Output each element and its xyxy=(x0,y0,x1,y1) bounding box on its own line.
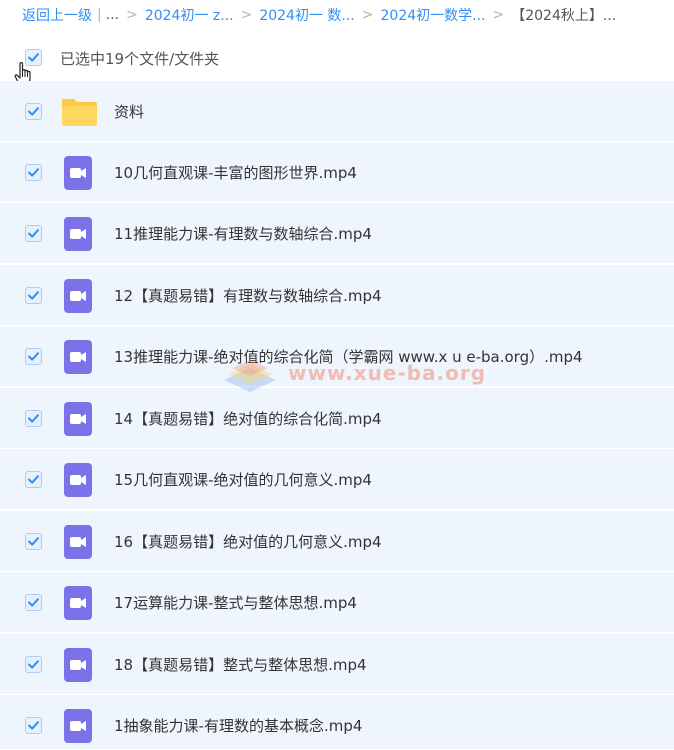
list-item[interactable]: 15几何直观课-绝对值的几何意义.mp4 xyxy=(0,449,674,510)
check-icon xyxy=(28,660,39,669)
selection-count-text: 已选中19个文件/文件夹 xyxy=(60,50,220,68)
row-checkbox[interactable] xyxy=(25,594,42,611)
list-item[interactable]: 13推理能力课-绝对值的综合化简（学霸网 www.x u e-ba.org）.m… xyxy=(0,326,674,387)
row-checkbox[interactable] xyxy=(25,348,42,365)
video-file-icon xyxy=(64,340,92,374)
row-checkbox[interactable] xyxy=(25,533,42,550)
file-name[interactable]: 13推理能力课-绝对值的综合化简（学霸网 www.x u e-ba.org）.m… xyxy=(114,346,583,367)
check-icon xyxy=(28,537,39,546)
file-name[interactable]: 17运算能力课-整式与整体思想.mp4 xyxy=(114,592,357,613)
row-checkbox[interactable] xyxy=(25,471,42,488)
folder-icon xyxy=(62,99,97,126)
breadcrumb: 返回上一级 | ... > 2024初一 z... > 2024初一 数... … xyxy=(0,0,674,30)
file-name[interactable]: 1抽象能力课-有理数的基本概念.mp4 xyxy=(114,715,362,736)
list-item[interactable]: 14【真题易错】绝对值的综合化简.mp4 xyxy=(0,388,674,449)
list-item[interactable]: 16【真题易错】绝对值的几何意义.mp4 xyxy=(0,511,674,572)
file-name[interactable]: 资料 xyxy=(114,101,144,122)
check-icon xyxy=(28,168,39,177)
list-item[interactable]: 18【真题易错】整式与整体思想.mp4 xyxy=(0,634,674,695)
file-name[interactable]: 16【真题易错】绝对值的几何意义.mp4 xyxy=(114,531,382,552)
check-icon xyxy=(28,352,39,361)
row-checkbox[interactable] xyxy=(25,225,42,242)
row-checkbox[interactable] xyxy=(25,656,42,673)
breadcrumb-pipe: | xyxy=(97,7,102,23)
list-item[interactable]: 17运算能力课-整式与整体思想.mp4 xyxy=(0,572,674,633)
video-file-icon xyxy=(64,279,92,313)
check-icon xyxy=(28,475,39,484)
video-file-icon xyxy=(64,586,92,620)
breadcrumb-current: 【2024秋上】... xyxy=(511,8,617,24)
video-file-icon xyxy=(64,156,92,190)
video-file-icon xyxy=(64,463,92,497)
check-icon xyxy=(28,721,39,730)
video-file-icon xyxy=(64,217,92,251)
selection-bar: 已选中19个文件/文件夹 xyxy=(0,41,674,75)
row-checkbox[interactable] xyxy=(25,103,42,120)
breadcrumb-separator: > xyxy=(126,7,138,23)
check-icon xyxy=(28,414,39,423)
row-checkbox[interactable] xyxy=(25,287,42,304)
breadcrumb-separator: > xyxy=(240,7,253,23)
video-file-icon xyxy=(64,709,92,743)
breadcrumb-separator: > xyxy=(492,7,505,23)
row-checkbox[interactable] xyxy=(25,717,42,734)
breadcrumb-separator: > xyxy=(361,7,374,23)
list-item[interactable]: 12【真题易错】有理数与数轴综合.mp4 xyxy=(0,265,674,326)
row-checkbox[interactable] xyxy=(25,164,42,181)
video-file-icon xyxy=(64,402,92,436)
file-name[interactable]: 18【真题易错】整式与整体思想.mp4 xyxy=(114,654,367,675)
file-name[interactable]: 15几何直观课-绝对值的几何意义.mp4 xyxy=(114,469,372,490)
file-name[interactable]: 11推理能力课-有理数与数轴综合.mp4 xyxy=(114,223,372,244)
list-item[interactable]: 11推理能力课-有理数与数轴综合.mp4 xyxy=(0,203,674,264)
check-icon xyxy=(28,291,39,300)
video-file-icon xyxy=(64,525,92,559)
list-item[interactable]: 10几何直观课-丰富的图形世界.mp4 xyxy=(0,142,674,203)
check-icon xyxy=(28,107,39,116)
file-name[interactable]: 12【真题易错】有理数与数轴综合.mp4 xyxy=(114,285,382,306)
breadcrumb-ellipsis: ... xyxy=(105,7,120,23)
check-icon xyxy=(28,598,39,607)
list-item[interactable]: 1抽象能力课-有理数的基本概念.mp4 xyxy=(0,695,674,750)
video-file-icon xyxy=(64,648,92,682)
breadcrumb-item-1[interactable]: 2024初一 z... xyxy=(145,5,234,25)
list-item[interactable]: 资料 xyxy=(0,81,674,142)
file-name[interactable]: 14【真题易错】绝对值的综合化简.mp4 xyxy=(114,408,382,429)
breadcrumb-item-3[interactable]: 2024初一数学... xyxy=(381,5,486,25)
row-checkbox[interactable] xyxy=(25,410,42,427)
check-icon xyxy=(28,229,39,238)
back-link[interactable]: 返回上一级 xyxy=(22,5,92,25)
file-name[interactable]: 10几何直观课-丰富的图形世界.mp4 xyxy=(114,162,357,183)
breadcrumb-item-2[interactable]: 2024初一 数... xyxy=(259,5,354,25)
